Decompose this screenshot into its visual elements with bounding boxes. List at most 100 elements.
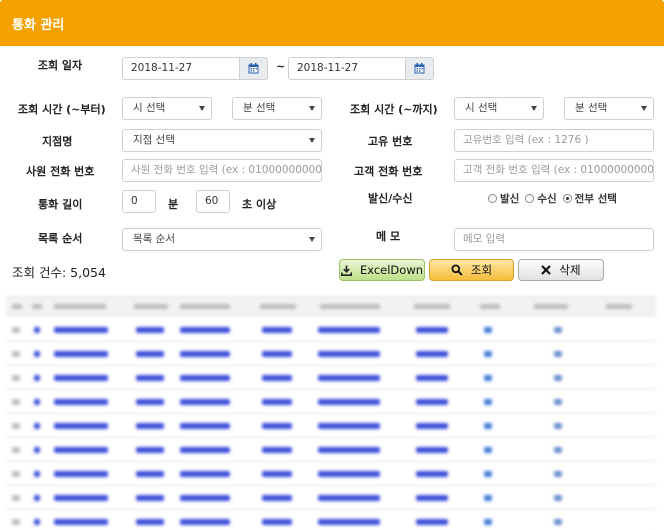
result-count: 조회 건수: 5,054: [12, 265, 106, 280]
table-cell: [554, 471, 562, 477]
table-cell: [484, 519, 492, 525]
table-cell: [484, 471, 492, 477]
duration-minutes-unit: 분: [168, 198, 179, 211]
radio-icon: [488, 194, 497, 203]
search-icon: [451, 264, 463, 276]
table-cell: [262, 519, 292, 525]
table-cell: [318, 327, 380, 333]
header-cell: [260, 304, 296, 309]
time-to-hour-select[interactable]: 시 선택: [454, 97, 544, 120]
duration-seconds-input[interactable]: 60: [196, 190, 230, 213]
results-table: [6, 290, 656, 530]
table-row[interactable]: [6, 390, 656, 414]
table-row[interactable]: [6, 366, 656, 390]
table-cell: [12, 375, 20, 381]
time-from-minute-select[interactable]: 분 선택: [232, 97, 322, 120]
unique-number-input[interactable]: 고유번호 입력 (ex : 1276 ): [454, 129, 654, 152]
date-from-calendar-button[interactable]: [240, 57, 268, 80]
table-cell: [554, 399, 562, 405]
table-cell: [54, 447, 108, 453]
table-cell: [54, 327, 108, 333]
table-cell: [318, 519, 380, 525]
table-row[interactable]: [6, 486, 656, 510]
chevron-down-icon: [309, 237, 315, 242]
chevron-down-icon: [199, 106, 205, 111]
time-from-minute-value: 분 선택: [243, 102, 276, 114]
delete-button[interactable]: 삭제: [518, 259, 604, 281]
time-to-minute-select[interactable]: 분 선택: [564, 97, 654, 120]
direction-option-label: 수신: [537, 193, 557, 205]
time-from-hour-select[interactable]: 시 선택: [122, 97, 212, 120]
table-row[interactable]: [6, 318, 656, 342]
table-cell: [12, 399, 20, 405]
radio-icon: [525, 194, 535, 203]
time-from-hour-value: 시 선택: [133, 102, 166, 114]
header-cell: [32, 304, 42, 309]
close-icon: [541, 265, 552, 275]
search-button[interactable]: 조회: [429, 259, 514, 281]
table-cell: [34, 351, 40, 357]
table-cell: [136, 447, 164, 453]
direction-radio-all[interactable]: 전부 선택: [562, 191, 617, 206]
table-cell: [318, 471, 380, 477]
table-row[interactable]: [6, 510, 656, 530]
table-cell: [318, 423, 380, 429]
customer-phone-input[interactable]: 고객 전화 번호 입력 (ex : 01000000000 ): [454, 159, 654, 182]
unique-number-label: 고유 번호: [368, 135, 413, 148]
table-header: [6, 296, 656, 316]
table-cell: [34, 375, 40, 381]
table-cell: [554, 447, 562, 453]
table-cell: [136, 327, 164, 333]
table-cell: [554, 519, 562, 525]
date-to-input[interactable]: 2018-11-27: [288, 57, 406, 80]
table-cell: [54, 351, 108, 357]
table-cell: [54, 519, 108, 525]
table-cell: [34, 399, 40, 405]
table-cell: [484, 375, 492, 381]
table-row[interactable]: [6, 414, 656, 438]
table-cell: [262, 399, 292, 405]
table-cell: [262, 447, 292, 453]
table-cell: [262, 423, 292, 429]
staff-phone-input[interactable]: 사원 전화 번호 입력 (ex : 01000000000 ): [122, 159, 322, 182]
table-cell: [318, 375, 380, 381]
table-cell: [136, 423, 164, 429]
table-cell: [180, 327, 230, 333]
table-cell: [416, 495, 448, 501]
table-cell: [136, 519, 164, 525]
order-select[interactable]: 목록 순서: [122, 228, 322, 251]
table-cell: [416, 327, 448, 333]
date-from-input[interactable]: 2018-11-27: [122, 57, 240, 80]
page-title: 통화 관리: [12, 18, 65, 33]
table-cell: [180, 375, 230, 381]
chevron-down-icon: [309, 106, 315, 111]
direction-radio-incoming[interactable]: 수신: [525, 191, 557, 206]
table-row[interactable]: [6, 438, 656, 462]
table-cell: [12, 423, 20, 429]
table-row[interactable]: [6, 462, 656, 486]
table-cell: [136, 351, 164, 357]
table-cell: [12, 519, 20, 525]
branch-label: 지점명: [42, 135, 73, 148]
duration-minutes-input[interactable]: 0: [122, 190, 156, 213]
table-cell: [262, 471, 292, 477]
date-range-separator: ~: [276, 60, 286, 73]
date-to-calendar-button[interactable]: [406, 57, 434, 80]
time-to-hour-value: 시 선택: [465, 102, 498, 114]
table-cell: [416, 471, 448, 477]
table-cell: [262, 495, 292, 501]
table-cell: [484, 447, 492, 453]
excel-download-button[interactable]: ExcelDown: [339, 259, 425, 281]
table-cell: [54, 495, 108, 501]
table-cell: [54, 375, 108, 381]
table-cell: [180, 399, 230, 405]
table-cell: [34, 519, 40, 525]
direction-radio-outgoing[interactable]: 발신: [488, 191, 519, 206]
branch-select[interactable]: 지점 선택: [122, 129, 322, 152]
excel-download-label: ExcelDown: [359, 263, 424, 277]
table-row[interactable]: [6, 342, 656, 366]
memo-input[interactable]: 메모 입력: [454, 228, 654, 251]
table-cell: [12, 351, 20, 357]
table-cell: [416, 375, 448, 381]
direction-option-label: 발신: [500, 193, 520, 205]
